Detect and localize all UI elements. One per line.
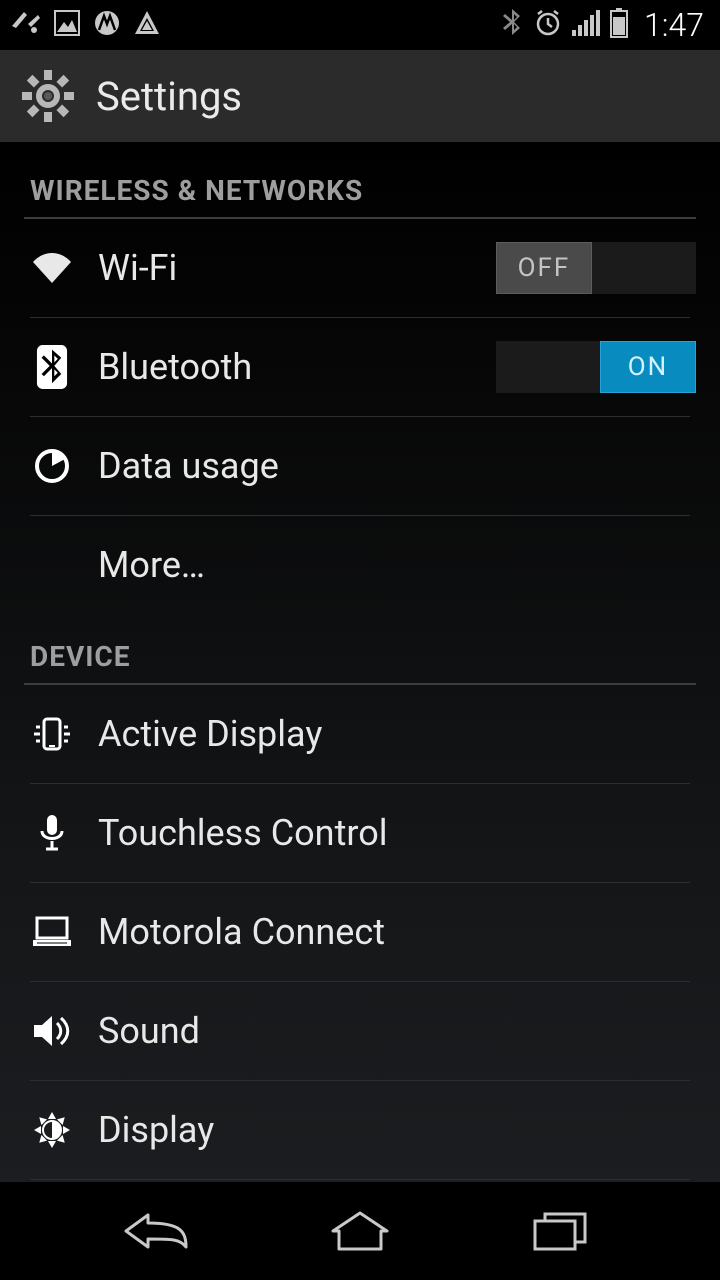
item-active-display[interactable]: Active Display — [0, 685, 720, 783]
toggle-knob: ON — [600, 341, 696, 393]
bluetooth-status-icon — [500, 9, 524, 41]
section-header-wireless: WIRELESS & NETWORKS — [0, 148, 720, 217]
recents-button[interactable] — [510, 1201, 610, 1261]
bluetooth-icon — [24, 345, 80, 389]
sound-icon — [24, 1014, 80, 1048]
item-more[interactable]: More… — [0, 516, 720, 614]
item-display[interactable]: Display — [0, 1081, 720, 1179]
status-left — [10, 10, 160, 40]
laptop-icon — [24, 916, 80, 948]
bluetooth-toggle[interactable]: ON — [496, 341, 696, 393]
active-display-icon — [24, 715, 80, 753]
back-button[interactable] — [110, 1201, 210, 1261]
image-icon — [54, 10, 80, 40]
wifi-toggle[interactable]: OFF — [496, 242, 696, 294]
status-bar: 1:47 — [0, 0, 720, 50]
item-label: Bluetooth — [80, 346, 496, 388]
item-touchless-control[interactable]: Touchless Control — [0, 784, 720, 882]
app-bar: Settings — [0, 50, 720, 142]
settings-gear-icon — [20, 68, 76, 124]
signal-icon — [572, 10, 600, 40]
item-label: More… — [80, 544, 696, 586]
divider — [30, 1179, 690, 1180]
toggle-knob: OFF — [496, 242, 592, 294]
section-header-device: DEVICE — [0, 614, 720, 683]
alarm-icon — [534, 9, 562, 41]
wifi-icon — [24, 252, 80, 284]
triangle-icon — [134, 10, 160, 40]
motorola-icon — [94, 10, 120, 40]
navigation-bar — [0, 1182, 720, 1280]
item-bluetooth[interactable]: Bluetooth ON — [0, 318, 720, 416]
item-label: Motorola Connect — [80, 911, 696, 953]
microphone-icon — [24, 813, 80, 853]
clock: 1:47 — [644, 6, 704, 44]
settings-list: WIRELESS & NETWORKS Wi-Fi OFF Bluetooth … — [0, 142, 720, 1182]
item-sound[interactable]: Sound — [0, 982, 720, 1080]
item-label: Display — [80, 1109, 696, 1151]
brightness-icon — [24, 1111, 80, 1149]
item-label: Data usage — [80, 445, 696, 487]
battery-icon — [610, 8, 628, 42]
item-label: Sound — [80, 1010, 696, 1052]
page-title: Settings — [96, 73, 242, 120]
warning-icon — [10, 12, 40, 38]
home-button[interactable] — [310, 1201, 410, 1261]
item-motorola-connect[interactable]: Motorola Connect — [0, 883, 720, 981]
item-label: Active Display — [80, 713, 696, 755]
data-usage-icon — [24, 448, 80, 484]
item-wifi[interactable]: Wi-Fi OFF — [0, 219, 720, 317]
item-label: Touchless Control — [80, 812, 696, 854]
item-data-usage[interactable]: Data usage — [0, 417, 720, 515]
item-label: Wi-Fi — [80, 247, 496, 289]
status-right: 1:47 — [500, 6, 704, 44]
